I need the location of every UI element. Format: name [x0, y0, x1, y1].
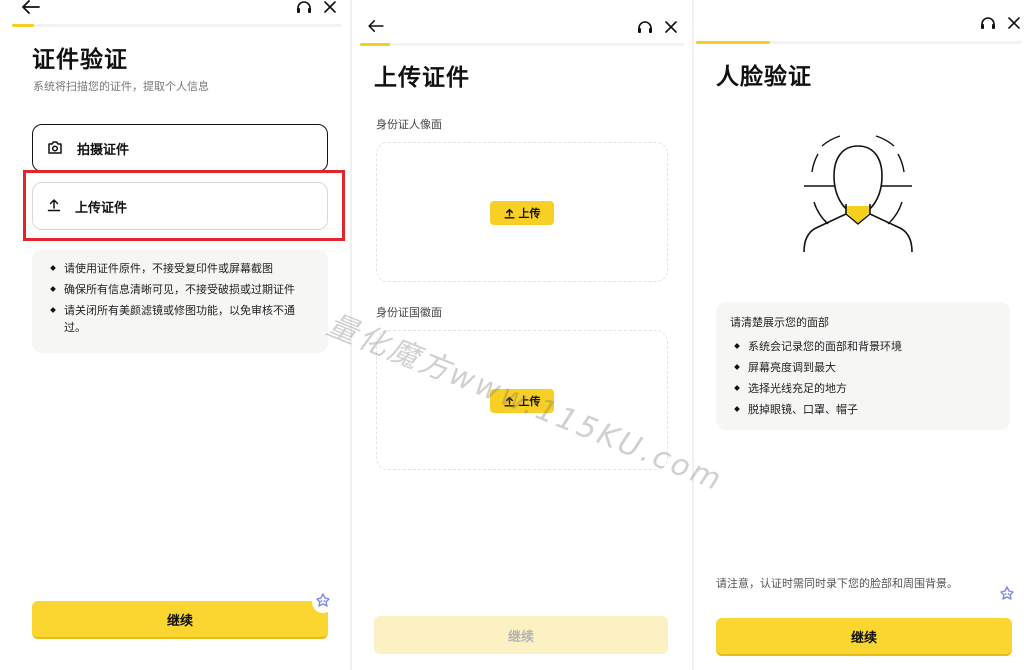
- progress-track: [12, 24, 342, 27]
- face-verify-screen: 人脸验证 请清楚展示您的面部 系统会记录您的面部和背景环境 屏幕亮度调到最大 选…: [694, 0, 1024, 670]
- top-bar: [694, 0, 1024, 40]
- doc-verify-screen: 证件验证 系统将扫描您的证件，提取个人信息 拍摄证件 上传证件 请使用证件原件，…: [0, 0, 350, 670]
- tips-box: 请使用证件原件，不接受复印件或屏幕截图 确保所有信息清晰可见，不接受破损或过期证…: [32, 250, 328, 353]
- page-title: 证件验证: [32, 47, 128, 73]
- top-bar: [352, 0, 692, 40]
- camera-icon: [47, 139, 63, 158]
- page-subtitle: 系统将扫描您的证件，提取个人信息: [33, 80, 209, 93]
- continue-button[interactable]: 继续: [32, 601, 328, 639]
- tip-item: 请使用证件原件，不接受复印件或屏幕截图: [46, 260, 314, 277]
- continue-button-disabled[interactable]: 继续: [374, 616, 668, 654]
- face-tips-heading: 请清楚展示您的面部: [730, 316, 829, 329]
- close-icon[interactable]: [665, 21, 677, 33]
- progress-bar: [360, 43, 390, 46]
- progress-bar: [696, 41, 770, 44]
- tip-item: 脱掉眼镜、口罩、帽子: [730, 401, 996, 418]
- assistant-icon[interactable]: [312, 591, 334, 613]
- assistant-icon[interactable]: [996, 584, 1018, 606]
- upload-front-button[interactable]: 上传: [490, 201, 554, 225]
- headset-icon[interactable]: [296, 0, 312, 14]
- progress-bar: [12, 24, 34, 27]
- face-scan-illustration: [802, 132, 914, 256]
- headset-icon[interactable]: [637, 20, 653, 34]
- upload-label: 上传: [518, 207, 541, 220]
- headset-icon[interactable]: [980, 16, 996, 30]
- close-icon[interactable]: [1008, 17, 1020, 29]
- take-photo-option[interactable]: 拍摄证件: [32, 124, 328, 172]
- face-tips-box: 请清楚展示您的面部 系统会记录您的面部和背景环境 屏幕亮度调到最大 选择光线充足…: [716, 302, 1010, 430]
- back-side-label: 身份证国徽面: [376, 306, 442, 319]
- page-title: 人脸验证: [716, 64, 812, 90]
- tip-item: 系统会记录您的面部和背景环境: [730, 338, 996, 355]
- close-icon[interactable]: [324, 1, 336, 13]
- tip-item: 请关闭所有美颜滤镜或修图功能，以免审核不通过。: [46, 302, 314, 336]
- top-bar: [0, 0, 350, 40]
- upload-icon: [47, 197, 61, 216]
- tip-item: 屏幕亮度调到最大: [730, 359, 996, 376]
- continue-button[interactable]: 继续: [716, 618, 1012, 656]
- recording-note: 请注意，认证时需同时录下您的脸部和周围背景。: [716, 577, 958, 590]
- back-arrow-icon[interactable]: [368, 20, 384, 32]
- front-side-label: 身份证人像面: [376, 118, 442, 131]
- page-title: 上传证件: [374, 65, 470, 91]
- front-side-dropzone[interactable]: 上传: [376, 142, 668, 282]
- tip-item: 确保所有信息清晰可见，不接受破损或过期证件: [46, 281, 314, 298]
- back-arrow-icon[interactable]: [22, 0, 40, 14]
- take-photo-label: 拍摄证件: [77, 142, 130, 158]
- progress-track: [360, 43, 684, 46]
- tip-item: 选择光线充足的地方: [730, 380, 996, 397]
- upload-icon: [503, 208, 515, 219]
- upload-document-option[interactable]: 上传证件: [32, 182, 328, 230]
- upload-document-label: 上传证件: [75, 200, 128, 216]
